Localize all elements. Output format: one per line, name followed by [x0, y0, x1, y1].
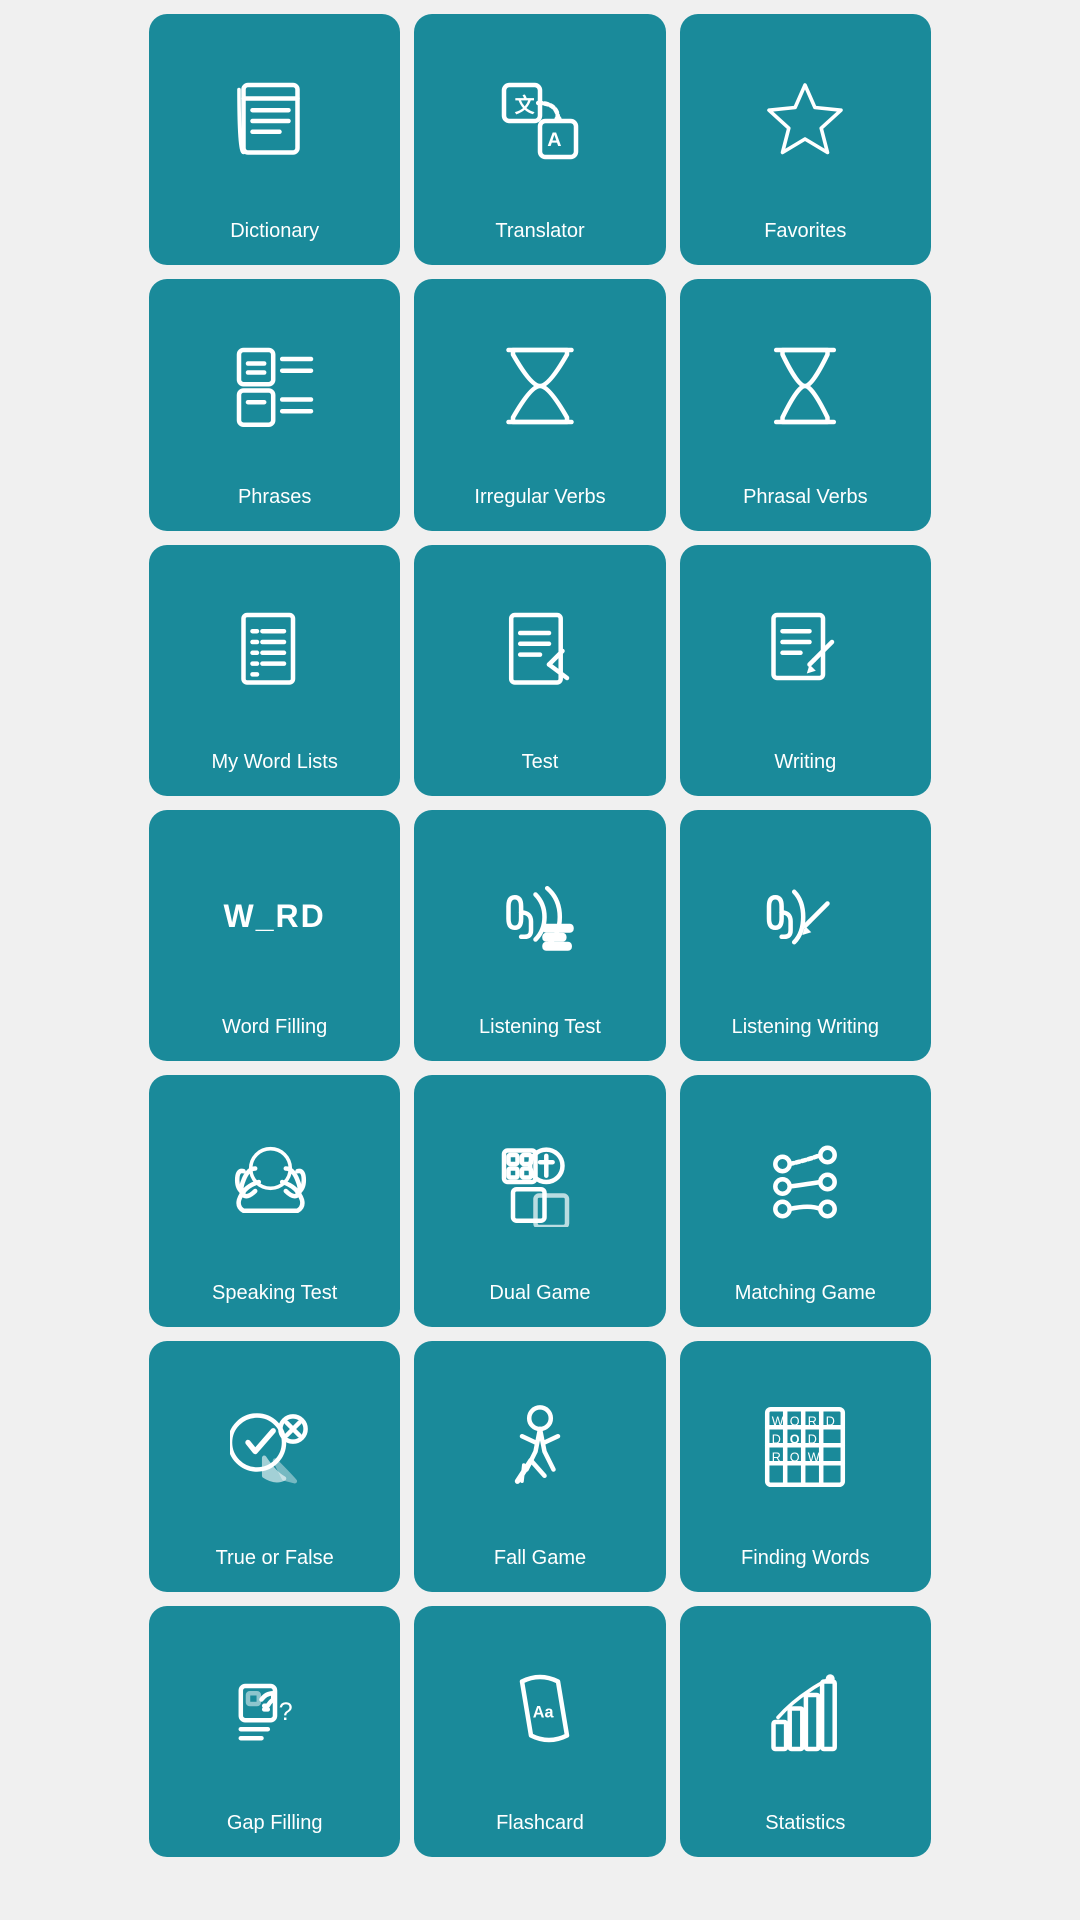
svg-text:文: 文: [515, 94, 535, 117]
statistics-icon: [690, 1624, 921, 1801]
svg-text:O: O: [790, 1451, 800, 1465]
card-flashcard[interactable]: Aa Flashcard: [414, 1606, 665, 1857]
card-phrasal-verbs[interactable]: Phrasal Verbs: [680, 279, 931, 530]
listening-writing-label: Listening Writing: [732, 1015, 879, 1039]
svg-text:R: R: [772, 1451, 781, 1465]
translator-icon: 文A: [424, 32, 655, 209]
card-phrases[interactable]: Phrases: [149, 279, 400, 530]
favorites-label: Favorites: [764, 219, 846, 243]
flashcard-icon: Aa: [424, 1624, 655, 1801]
flashcard-label: Flashcard: [496, 1811, 584, 1835]
svg-text:W: W: [772, 1415, 784, 1429]
svg-text:Aa: Aa: [533, 1703, 555, 1721]
phrases-label: Phrases: [238, 485, 311, 509]
writing-label: Writing: [774, 750, 836, 774]
translator-label: Translator: [495, 219, 584, 243]
test-icon: [424, 563, 655, 740]
irregular-verbs-icon: [424, 297, 655, 474]
card-dictionary[interactable]: Dictionary: [149, 14, 400, 265]
true-or-false-icon: [159, 1359, 390, 1536]
listening-writing-icon: [690, 828, 921, 1005]
card-dual-game[interactable]: Dual Game: [414, 1075, 665, 1326]
card-favorites[interactable]: Favorites: [680, 14, 931, 265]
svg-text:D: D: [808, 1433, 817, 1447]
svg-text:O: O: [790, 1433, 800, 1447]
matching-game-icon: [690, 1093, 921, 1270]
svg-text:?: ?: [278, 1698, 292, 1726]
test-label: Test: [522, 750, 559, 774]
true-or-false-label: True or False: [216, 1546, 334, 1570]
card-statistics[interactable]: Statistics: [680, 1606, 931, 1857]
finding-words-icon: WORDDODROW: [690, 1359, 921, 1536]
phrasal-verbs-icon: [690, 297, 921, 474]
svg-text:R: R: [808, 1415, 817, 1429]
svg-text:A: A: [547, 129, 561, 151]
app-grid: Dictionary 文A Translator Favorites Phrases Ir…: [135, 0, 945, 1871]
svg-text:D: D: [826, 1415, 835, 1429]
card-word-filling[interactable]: W_RD Word Filling: [149, 810, 400, 1061]
svg-text:W: W: [808, 1451, 820, 1465]
writing-icon: [690, 563, 921, 740]
card-gap-filling[interactable]: ? Gap Filling: [149, 1606, 400, 1857]
word-filling-icon: W_RD: [159, 828, 390, 1005]
fall-game-icon: [424, 1359, 655, 1536]
card-fall-game[interactable]: Fall Game: [414, 1341, 665, 1592]
card-finding-words[interactable]: WORDDODROWFinding Words: [680, 1341, 931, 1592]
listening-test-icon: [424, 828, 655, 1005]
phrases-icon: [159, 297, 390, 474]
card-matching-game[interactable]: Matching Game: [680, 1075, 931, 1326]
statistics-label: Statistics: [765, 1811, 845, 1835]
svg-text:O: O: [790, 1415, 800, 1429]
fall-game-label: Fall Game: [494, 1546, 586, 1570]
card-true-or-false[interactable]: True or False: [149, 1341, 400, 1592]
svg-text:D: D: [772, 1433, 781, 1447]
my-word-lists-icon: [159, 563, 390, 740]
favorites-icon: [690, 32, 921, 209]
dictionary-icon: [159, 32, 390, 209]
gap-filling-label: Gap Filling: [227, 1811, 323, 1835]
irregular-verbs-label: Irregular Verbs: [474, 485, 605, 509]
dual-game-icon: [424, 1093, 655, 1270]
finding-words-label: Finding Words: [741, 1546, 870, 1570]
card-test[interactable]: Test: [414, 545, 665, 796]
card-listening-test[interactable]: Listening Test: [414, 810, 665, 1061]
matching-game-label: Matching Game: [735, 1281, 876, 1305]
listening-test-label: Listening Test: [479, 1015, 601, 1039]
my-word-lists-label: My Word Lists: [212, 750, 338, 774]
speaking-test-label: Speaking Test: [212, 1281, 337, 1305]
speaking-test-icon: [159, 1093, 390, 1270]
card-translator[interactable]: 文A Translator: [414, 14, 665, 265]
card-irregular-verbs[interactable]: Irregular Verbs: [414, 279, 665, 530]
card-writing[interactable]: Writing: [680, 545, 931, 796]
card-my-word-lists[interactable]: My Word Lists: [149, 545, 400, 796]
card-speaking-test[interactable]: Speaking Test: [149, 1075, 400, 1326]
card-listening-writing[interactable]: Listening Writing: [680, 810, 931, 1061]
gap-filling-icon: ?: [159, 1624, 390, 1801]
dictionary-label: Dictionary: [230, 219, 319, 243]
word-filling-label: Word Filling: [222, 1015, 327, 1039]
dual-game-label: Dual Game: [489, 1281, 590, 1305]
phrasal-verbs-label: Phrasal Verbs: [743, 485, 868, 509]
